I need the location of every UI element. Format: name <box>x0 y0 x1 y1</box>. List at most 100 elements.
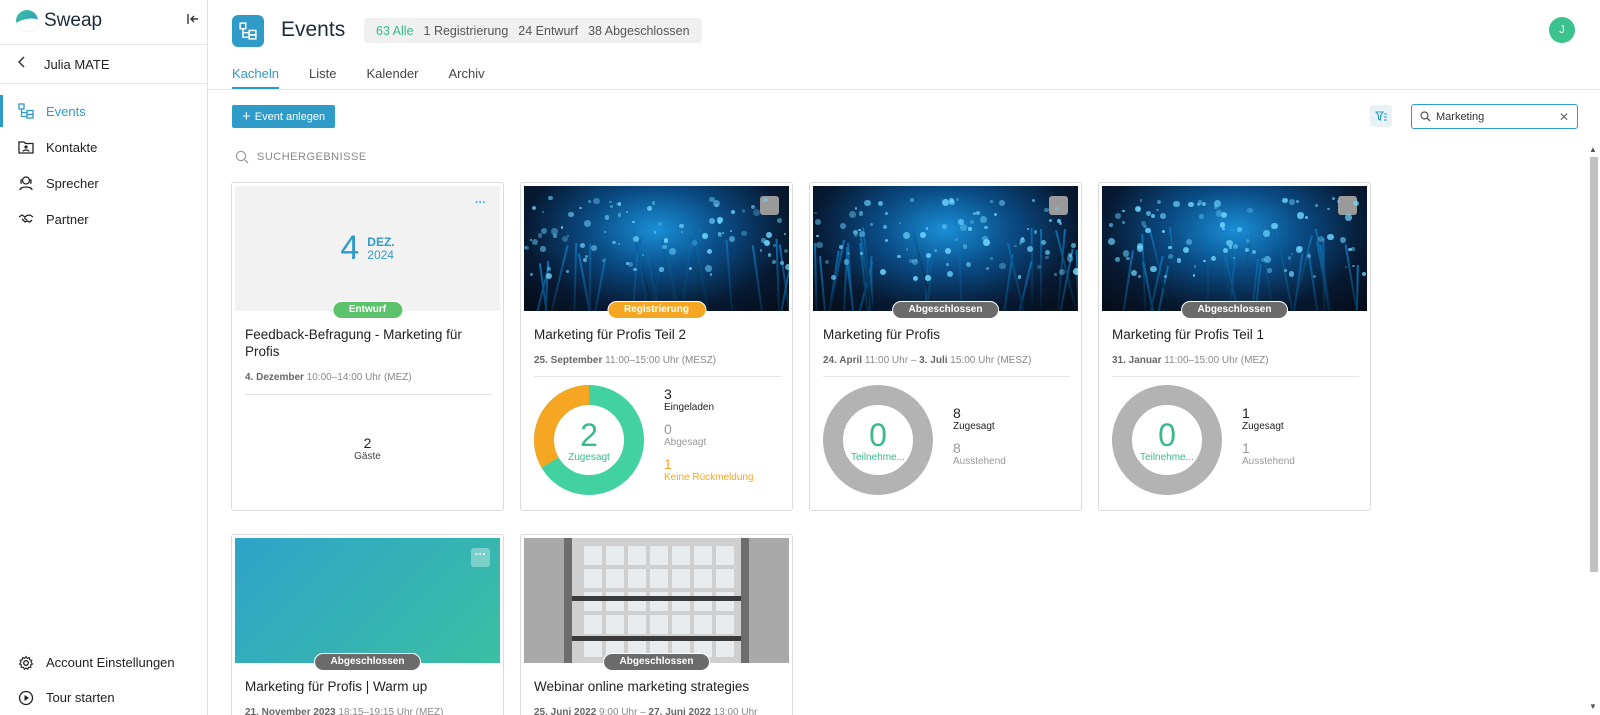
create-event-button[interactable]: + Event anlegen <box>232 105 336 128</box>
count-closed[interactable]: 38 Abgeschlossen <box>588 24 689 38</box>
event-card[interactable]: ··· Abgeschlossen Webinar online marketi… <box>520 534 793 715</box>
fiber-light <box>1121 220 1125 224</box>
event-image-gradient: ··· <box>235 538 500 663</box>
card-menu-icon[interactable]: ··· <box>1049 196 1068 215</box>
fiber-light <box>780 261 784 265</box>
fiber-light <box>1054 206 1059 211</box>
event-card[interactable]: 4 DEZ. 2024 ··· Entwurf Feedback-Befragu… <box>231 182 504 511</box>
tab-archiv[interactable]: Archiv <box>449 66 485 89</box>
fiber-light <box>688 266 692 271</box>
event-card[interactable]: ··· Registrierung Marketing für Profis T… <box>520 182 793 511</box>
event-date-rest: 18:15–19:15 Uhr (MEZ) <box>335 707 444 715</box>
fiber-light <box>1033 230 1038 234</box>
fiber-light <box>884 212 888 215</box>
fiber-light <box>1352 264 1355 267</box>
fiber-light <box>561 226 564 229</box>
back-to-workspace[interactable]: Julia MATE <box>0 44 207 84</box>
fiber-light <box>1045 255 1049 259</box>
fiber-light <box>1167 245 1172 250</box>
fiber-light <box>855 207 858 210</box>
collapse-sidebar-icon[interactable] <box>184 12 202 30</box>
count-all[interactable]: 63 Alle <box>376 24 414 38</box>
atrium-structure <box>572 596 741 601</box>
sidebar-item-account-settings[interactable]: Account Einstellungen <box>0 645 207 680</box>
fiber-light <box>946 270 953 277</box>
fiber-light <box>783 248 788 254</box>
event-card[interactable]: ··· Abgeschlossen Marketing für Profis T… <box>1098 182 1371 511</box>
event-card[interactable]: ··· Abgeschlossen Marketing für Profis 2… <box>809 182 1082 511</box>
card-menu-icon[interactable]: ··· <box>471 548 490 567</box>
fiber-light <box>763 239 770 246</box>
fiber-light <box>998 199 1006 207</box>
fiber-light <box>814 211 817 215</box>
events-header-icon <box>232 15 264 47</box>
sidebar-item-kontakte[interactable]: Kontakte <box>0 129 207 165</box>
fiber-light <box>1223 247 1229 253</box>
donut-center: 2 Zugesagt <box>534 385 644 495</box>
scroll-up-icon[interactable]: ▲ <box>1589 145 1597 154</box>
avatar[interactable]: J <box>1549 17 1575 43</box>
sidebar-item-tour[interactable]: Tour starten <box>0 680 207 715</box>
event-title[interactable]: Marketing für Profis <box>823 326 1068 343</box>
events-icon <box>18 103 34 119</box>
sidebar-item-partner[interactable]: Partner <box>0 201 207 237</box>
tab-kalender[interactable]: Kalender <box>366 66 418 89</box>
fiber-light <box>766 231 772 238</box>
fiber-light <box>717 220 722 224</box>
results-heading: SUCHERGEBNISSE <box>257 151 367 163</box>
fiber-light <box>1017 275 1022 279</box>
fiber-strand <box>1355 264 1360 311</box>
scroll-thumb[interactable] <box>1590 157 1598 572</box>
stat-label: Ausstehend <box>1242 456 1295 467</box>
fiber-light <box>1027 227 1030 230</box>
search-input[interactable] <box>1436 110 1554 123</box>
search-field[interactable]: ✕ <box>1411 104 1578 129</box>
fiber-light <box>1161 229 1166 234</box>
window-pane <box>672 592 690 611</box>
fiber-light <box>946 263 949 266</box>
event-title[interactable]: Webinar online marketing strategies <box>534 678 779 695</box>
event-image-fiber: ··· <box>524 186 789 311</box>
tab-kacheln[interactable]: Kacheln <box>232 66 279 89</box>
fiber-light <box>879 269 886 276</box>
fiber-light <box>815 234 819 238</box>
page-scrollbar[interactable]: ▲ ▼ <box>1588 145 1598 715</box>
sidebar-item-sprecher[interactable]: Sprecher <box>0 165 207 201</box>
card-menu-icon[interactable]: ··· <box>471 196 490 215</box>
tab-liste[interactable]: Liste <box>309 66 336 89</box>
sweap-logo[interactable]: Sweap <box>16 10 102 32</box>
fiber-strand <box>572 242 578 311</box>
event-title[interactable]: Marketing für Profis | Warm up <box>245 678 490 695</box>
fiber-light <box>897 254 901 259</box>
event-date-mid: 11:00 Uhr – <box>862 355 920 366</box>
event-date-tile: 4 DEZ. 2024 ··· <box>235 186 500 311</box>
fiber-light <box>657 222 662 227</box>
event-title[interactable]: Feedback-Befragung - Marketing für Profi… <box>245 326 490 360</box>
clear-search-icon[interactable]: ✕ <box>1559 110 1569 124</box>
fiber-light <box>1267 268 1272 273</box>
status-badge: Abgeschlossen <box>891 301 1000 319</box>
sidebar-item-events[interactable]: Events <box>0 93 207 129</box>
atrium-structure <box>741 538 749 663</box>
card-divider <box>534 376 781 377</box>
fiber-light <box>759 248 763 252</box>
fiber-light <box>1040 240 1046 246</box>
event-card[interactable]: ··· Abgeschlossen Marketing für Profis |… <box>231 534 504 715</box>
fiber-light <box>701 232 709 240</box>
count-registration[interactable]: 1 Registrierung <box>424 24 509 38</box>
count-draft[interactable]: 24 Entwurf <box>518 24 578 38</box>
event-date-mid: 9:00 Uhr – <box>596 707 649 715</box>
filter-button[interactable] <box>1370 105 1392 127</box>
fiber-light <box>981 235 988 242</box>
fiber-light <box>551 228 558 235</box>
fiber-light <box>1193 265 1197 268</box>
fiber-light <box>843 259 850 265</box>
page-title: Events <box>281 18 346 41</box>
window-pane <box>694 546 712 565</box>
fiber-light <box>1197 203 1201 206</box>
fiber-light <box>540 246 546 252</box>
fiber-light <box>771 260 776 265</box>
scroll-down-icon[interactable]: ▼ <box>1589 702 1597 711</box>
event-title[interactable]: Marketing für Profis Teil 1 <box>1112 326 1357 343</box>
event-title[interactable]: Marketing für Profis Teil 2 <box>534 326 779 343</box>
